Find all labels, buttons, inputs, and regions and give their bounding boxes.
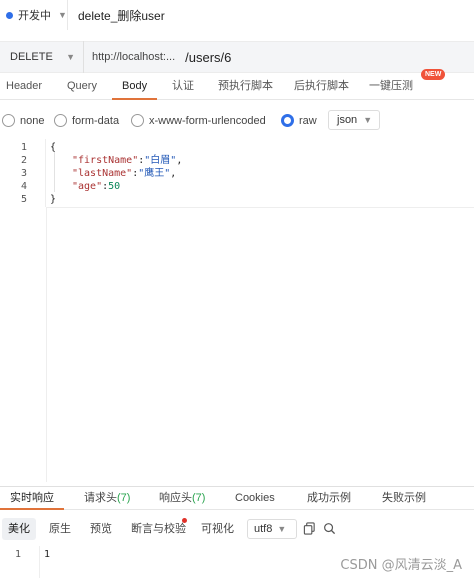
new-badge: NEW (421, 69, 446, 80)
request-header-row: 开发中 ▼ delete_删除user (0, 0, 474, 30)
view-visualize-button[interactable]: 可视化 (195, 518, 240, 540)
radio-raw[interactable]: raw (281, 114, 317, 127)
radio-circle-checked (281, 114, 294, 127)
line-number: 2 (20, 155, 27, 166)
method-label: DELETE (10, 51, 53, 63)
chevron-down-icon: ▼ (66, 52, 75, 62)
view-raw-button[interactable]: 原生 (43, 518, 77, 540)
radio-none[interactable]: none (2, 114, 44, 127)
view-preview-button[interactable]: 预览 (84, 518, 118, 540)
format-label: json (337, 114, 358, 126)
tab-auth[interactable]: 认证 (172, 74, 194, 100)
view-beautify-button[interactable]: 美化 (2, 518, 36, 540)
json-number: 50 (108, 181, 121, 192)
chevron-down-icon: ▼ (363, 115, 373, 125)
chevron-down-icon: ▼ (277, 524, 287, 534)
response-gutter: 1 (0, 546, 40, 578)
request-tabs: Header Query Body 认证 预执行脚本 后执行脚本 一键压测 NE… (0, 69, 474, 100)
code-line: "firstName":"白眉", (72, 155, 183, 166)
tab-query[interactable]: Query (67, 74, 97, 100)
search-icon[interactable] (323, 522, 336, 535)
response-body[interactable]: 1 1 CSDN @风清云淡_A (0, 546, 474, 578)
radio-label: form-data (72, 114, 120, 127)
url-path-input[interactable]: /users/6 (185, 50, 231, 65)
tab-response-headers[interactable]: 响应头(7) (159, 487, 205, 510)
response-content: 1 (44, 549, 51, 560)
body-type-options: none form-data x-www-form-urlencoded raw… (0, 109, 474, 135)
tab-label: 响应头 (159, 492, 192, 504)
format-select[interactable]: json ▼ (328, 110, 380, 130)
line-number: 3 (20, 168, 27, 179)
status-label: 开发中 (18, 10, 51, 22)
radio-form-data[interactable]: form-data (54, 114, 119, 127)
radio-circle (54, 114, 67, 127)
tab-label: 请求头 (84, 492, 117, 504)
tab-fail-example[interactable]: 失败示例 (382, 487, 426, 510)
brace-open: { (50, 142, 57, 153)
copy-icon[interactable] (303, 522, 316, 535)
radio-circle (2, 114, 15, 127)
count-badge: (7) (192, 492, 206, 504)
url-host[interactable]: http://localhost:... (92, 51, 175, 63)
line-gutter: 1 2 3 4 5 (0, 139, 46, 207)
notification-dot-icon (182, 518, 187, 523)
code-line: "age":50 (72, 181, 121, 192)
response-toolbar: 美化 原生 预览 断言与校验 可视化 utf8 ▼ (0, 514, 474, 542)
json-key: "age" (72, 181, 103, 192)
tab-post-script[interactable]: 后执行脚本 (294, 74, 349, 100)
count-badge: (7) (117, 492, 131, 504)
tab-success-example[interactable]: 成功示例 (307, 487, 351, 510)
code-line: } (50, 193, 56, 206)
watermark-text: CSDN @风清云淡_A (340, 558, 462, 573)
encoding-select[interactable]: utf8 ▼ (247, 519, 297, 539)
radio-circle (131, 114, 144, 127)
code-line: "lastName":"鹰王", (72, 168, 177, 179)
tab-body[interactable]: Body (112, 74, 158, 100)
env-status-select[interactable]: 开发中 ▼ (0, 0, 68, 30)
encoding-label: utf8 (254, 523, 273, 535)
tab-request-headers[interactable]: 请求头(7) (84, 487, 130, 510)
request-name[interactable]: delete_删除user (78, 7, 165, 24)
indent-guide (54, 152, 55, 192)
radio-urlencoded[interactable]: x-www-form-urlencoded (131, 114, 266, 127)
json-string: "鹰王" (138, 168, 171, 179)
tab-pre-script[interactable]: 预执行脚本 (218, 74, 273, 100)
radio-label: none (20, 114, 45, 127)
json-string: "白眉" (144, 155, 177, 166)
line-number: 1 (14, 549, 21, 560)
line-number: 1 (20, 142, 27, 153)
method-select[interactable]: DELETE ▼ (0, 41, 84, 73)
status-dot-icon (6, 11, 13, 19)
radio-label: x-www-form-urlencoded (149, 114, 266, 127)
code-line: { (50, 141, 56, 154)
editor-empty-area[interactable] (46, 207, 474, 482)
radio-label: raw (299, 114, 317, 127)
line-number: 4 (20, 181, 27, 192)
response-tabs: 实时响应 请求头(7) 响应头(7) Cookies 成功示例 失败示例 (0, 486, 474, 510)
tab-header[interactable]: Header (6, 74, 42, 100)
url-bar: DELETE ▼ http://localhost:... /users/6 (0, 41, 474, 73)
body-editor[interactable]: 1 2 3 4 5 { "firstName":"白眉", "lastName"… (0, 139, 474, 207)
brace-close: } (50, 194, 57, 205)
json-key: "firstName" (72, 155, 139, 166)
line-number: 5 (20, 194, 27, 205)
chevron-down-icon: ▼ (58, 10, 67, 20)
tab-load-test[interactable]: 一键压测 (369, 74, 413, 100)
tab-cookies[interactable]: Cookies (235, 487, 275, 510)
tab-live-response[interactable]: 实时响应 (0, 487, 64, 510)
json-key: "lastName" (72, 168, 133, 179)
